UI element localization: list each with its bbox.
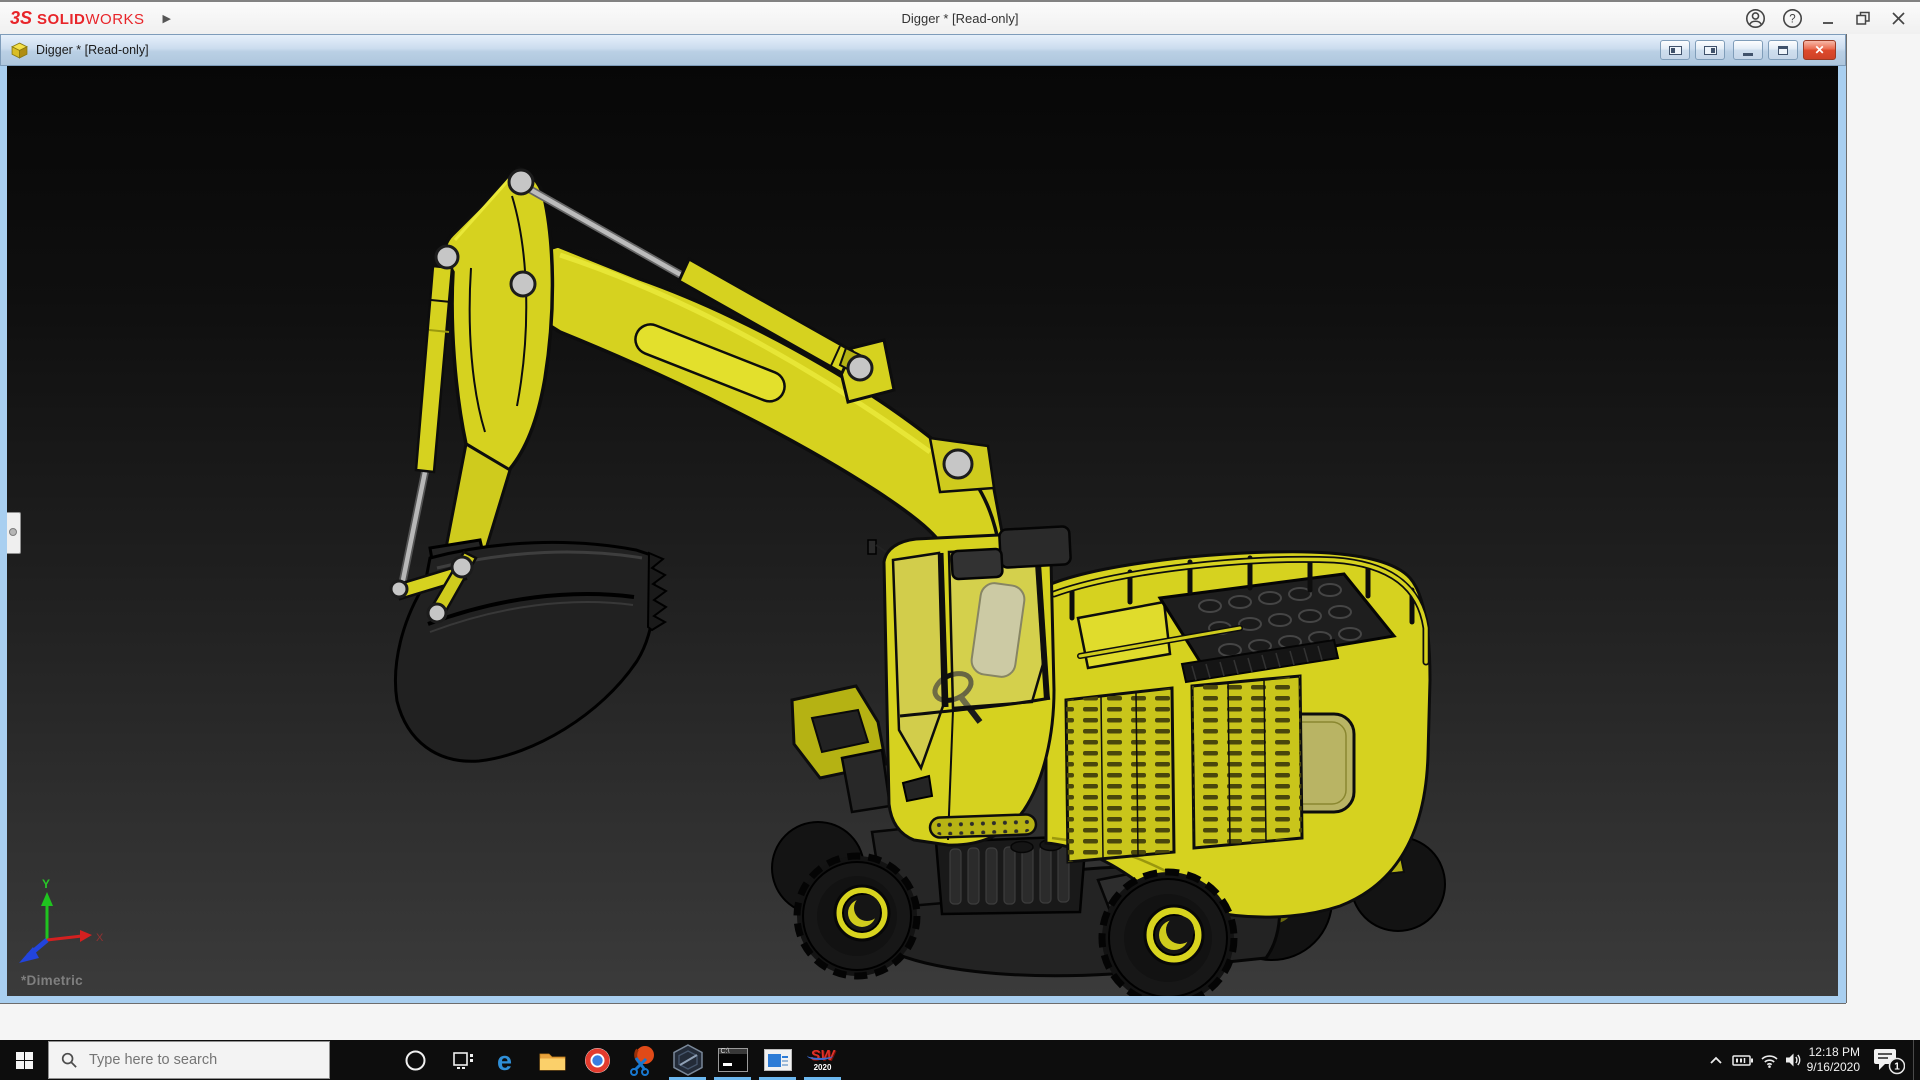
bucket-teeth: [648, 553, 666, 630]
taskbar-item-edge[interactable]: e: [485, 1040, 530, 1080]
restore-icon[interactable]: [1853, 8, 1873, 29]
clock-time: 12:18 PM: [1809, 1045, 1860, 1060]
command-prompt-icon: C:\: [718, 1048, 748, 1072]
minimize-icon[interactable]: [1819, 8, 1837, 29]
taskbar-item-snagit[interactable]: [620, 1040, 665, 1080]
taskbar-item-cortana[interactable]: [393, 1040, 438, 1080]
triad-y-label: Y: [42, 877, 50, 891]
doc-close-button[interactable]: ✕: [1803, 40, 1836, 60]
document-title: Digger * [Read-only]: [36, 43, 149, 57]
orientation-triad: Y X: [19, 877, 104, 963]
app-titlebar: 3S SOLID WORKS ▶ Digger * [Read-only] ?: [0, 0, 1920, 34]
edge-icon: e: [494, 1045, 522, 1075]
view-orientation-label: *Dimetric: [21, 973, 83, 988]
excavator-model: Y X: [7, 66, 1838, 996]
tray-chevron[interactable]: [1704, 1040, 1728, 1080]
solidworks-2020-icon: SW 2020: [810, 1048, 834, 1072]
doc-minimize-button[interactable]: [1733, 40, 1763, 60]
triad-x-label: X: [96, 932, 104, 944]
mirror: [868, 540, 876, 554]
document-body: Y X *Dimetric: [0, 66, 1846, 1003]
minimize-bar-icon: [1743, 53, 1753, 56]
front-wheel: [797, 856, 917, 976]
pane-left-icon: [1669, 46, 1682, 55]
upper-body: [1046, 552, 1430, 917]
app-title: Digger * [Read-only]: [0, 2, 1920, 34]
cortana-icon: [404, 1049, 427, 1072]
chevron-up-icon: [1708, 1055, 1724, 1066]
taskbar-item-solidworks[interactable]: SW 2020: [800, 1040, 845, 1080]
close-icon[interactable]: [1889, 8, 1908, 29]
taskbar-item-cmd[interactable]: C:\: [710, 1040, 755, 1080]
blue-window-app-icon: [764, 1049, 792, 1071]
feature-tree-flyout-handle[interactable]: [7, 512, 21, 554]
brand-works: WORKS: [85, 11, 144, 28]
windows-taskbar: e: [0, 1040, 1920, 1080]
menu-expand-icon[interactable]: ▶: [163, 12, 171, 25]
document-window-controls: ✕: [1660, 40, 1836, 60]
taskbar-item-blue-window[interactable]: [755, 1040, 800, 1080]
side-grille-rear: [1192, 676, 1302, 848]
cab: [868, 534, 1054, 845]
account-icon[interactable]: [1745, 8, 1766, 29]
solidworks-screen: 3S SOLID WORKS ▶ Digger * [Read-only] ?: [0, 0, 1920, 1080]
tile-left-button[interactable]: [1660, 40, 1690, 60]
snagit-icon: [628, 1044, 658, 1076]
notification-badge: 1: [1894, 1062, 1900, 1073]
dassault-mark: 3S: [10, 8, 32, 29]
front-axle: [792, 686, 890, 812]
solidworks-logo[interactable]: 3S SOLID WORKS: [10, 8, 145, 29]
task-view-icon: [451, 1049, 475, 1071]
svg-text:?: ?: [1789, 13, 1795, 25]
taskbar-search[interactable]: [48, 1041, 330, 1079]
brand-solid: SOLID: [37, 11, 85, 28]
pane-right-icon: [1704, 46, 1717, 55]
clock-date: 9/16/2020: [1807, 1060, 1860, 1075]
taskbar-item-file-explorer[interactable]: [530, 1040, 575, 1080]
tray-clock[interactable]: 12:18 PM 9/16/2020: [1798, 1040, 1860, 1080]
app-window-controls: ?: [1745, 2, 1908, 34]
tray-battery[interactable]: [1730, 1040, 1756, 1080]
graphics-viewport[interactable]: Y X *Dimetric: [7, 66, 1838, 996]
restore-box-icon: [1778, 46, 1788, 55]
svg-text:e: e: [497, 1046, 512, 1075]
taskbar-item-taskview[interactable]: [440, 1040, 485, 1080]
part-cube-icon: [11, 42, 28, 59]
taskbar-item-chrome[interactable]: [575, 1040, 620, 1080]
search-input[interactable]: [87, 1051, 301, 1069]
wifi-icon: [1760, 1052, 1779, 1068]
document-window: Digger * [Read-only] ✕: [0, 34, 1846, 1003]
help-icon[interactable]: ?: [1782, 8, 1803, 29]
battery-icon: [1732, 1054, 1754, 1067]
side-grille-front: [1066, 688, 1174, 862]
tray-network[interactable]: [1756, 1040, 1782, 1080]
search-icon: [61, 1052, 78, 1069]
file-explorer-icon: [539, 1050, 566, 1071]
notification-center[interactable]: 1: [1868, 1040, 1908, 1080]
bucket-cylinder: [401, 266, 452, 590]
chrome-icon: [584, 1047, 611, 1074]
notification-icon: 1: [1871, 1045, 1905, 1075]
tile-right-button[interactable]: [1695, 40, 1725, 60]
windows-logo-icon: [15, 1051, 34, 1070]
doc-restore-button[interactable]: [1768, 40, 1798, 60]
show-desktop-button[interactable]: [1913, 1040, 1920, 1080]
start-button[interactable]: [0, 1040, 48, 1080]
taskbar-item-edrawings[interactable]: [665, 1040, 710, 1080]
hexagon-app-icon: [672, 1044, 704, 1076]
dipper-arm: [444, 168, 552, 562]
document-titlebar[interactable]: Digger * [Read-only] ✕: [0, 34, 1846, 66]
